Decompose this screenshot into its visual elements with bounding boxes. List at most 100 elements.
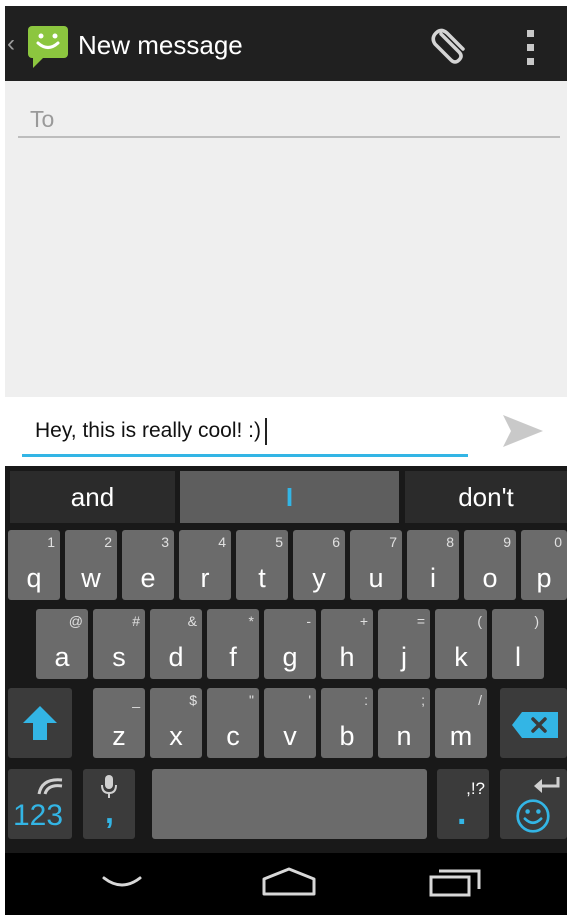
- key-a-label: a: [54, 642, 70, 672]
- screen: ‹ New message To Hey, this is really coo…: [0, 0, 567, 915]
- key-m-label: m: [449, 721, 473, 751]
- numbers-key-label: 123: [13, 799, 64, 832]
- backspace-icon: [512, 712, 558, 738]
- key-o-label: o: [482, 563, 498, 593]
- key-j-label: j: [401, 642, 407, 672]
- key-y[interactable]: 6y: [293, 530, 345, 600]
- enter-emoji-key[interactable]: [500, 769, 567, 839]
- key-o[interactable]: 9o: [464, 530, 516, 600]
- swipe-logo-icon: [37, 778, 63, 795]
- suggestion-right[interactable]: don't: [405, 471, 567, 523]
- key-w-label: w: [81, 563, 101, 593]
- key-b-label: b: [339, 721, 355, 751]
- numbers-key[interactable]: 123: [8, 769, 72, 839]
- key-i-label: i: [430, 563, 436, 593]
- key-d[interactable]: & d: [150, 609, 202, 679]
- key-o-number: 9: [503, 534, 511, 550]
- return-arrow-icon: [534, 777, 560, 793]
- key-z[interactable]: _ z: [93, 688, 145, 758]
- key-k-label: k: [454, 642, 468, 672]
- send-icon[interactable]: [501, 413, 545, 449]
- key-f-label: f: [229, 642, 237, 672]
- key-g-symbol: -: [306, 613, 311, 629]
- key-q-label: q: [26, 563, 42, 593]
- key-a[interactable]: @ a: [36, 609, 88, 679]
- key-b[interactable]: :b: [321, 688, 373, 758]
- shift-key[interactable]: [8, 688, 72, 758]
- shift-arrow-icon: [23, 706, 57, 740]
- recent-apps-icon[interactable]: [429, 867, 483, 897]
- suggestion-middle[interactable]: I: [180, 471, 399, 523]
- key-l-label: l: [515, 642, 521, 672]
- key-b-symbol: :: [364, 692, 368, 708]
- key-i[interactable]: 8i: [407, 530, 459, 600]
- key-u[interactable]: 7u: [350, 530, 402, 600]
- key-w[interactable]: 2w: [65, 530, 117, 600]
- back-icon[interactable]: [102, 874, 142, 894]
- key-h-symbol: +: [359, 613, 368, 629]
- message-input[interactable]: Hey, this is really cool! :): [22, 405, 468, 457]
- suggestion-left[interactable]: and: [10, 471, 175, 523]
- period-key[interactable]: ,!? .: [437, 769, 489, 839]
- key-f-symbol: *: [248, 613, 254, 629]
- key-m-symbol: /: [478, 692, 482, 708]
- key-r-number: 4: [218, 534, 226, 550]
- key-d-label: d: [168, 642, 184, 672]
- key-m[interactable]: / m: [435, 688, 487, 758]
- home-icon[interactable]: [261, 867, 317, 897]
- comma-key[interactable]: ,: [83, 769, 135, 839]
- key-t-number: 5: [275, 534, 283, 550]
- page-title: New message: [78, 30, 243, 60]
- compose-area: To: [5, 81, 567, 397]
- key-h[interactable]: + h: [321, 609, 373, 679]
- key-y-number: 6: [332, 534, 340, 550]
- key-h-label: h: [339, 642, 355, 672]
- key-x-symbol: $: [189, 692, 197, 708]
- key-p-label: p: [536, 563, 552, 593]
- key-f[interactable]: * f: [207, 609, 259, 679]
- key-j-symbol: =: [416, 613, 425, 629]
- message-bar: Hey, this is really cool! :): [5, 397, 567, 466]
- recipient-field[interactable]: To: [18, 100, 560, 138]
- key-x[interactable]: $ x: [150, 688, 202, 758]
- keyboard: and I don't 1q 2w 3e 4r 5t 6y 7u 8i 9o 0…: [5, 466, 567, 915]
- paperclip-icon[interactable]: [429, 24, 473, 68]
- key-j[interactable]: = j: [378, 609, 430, 679]
- key-u-label: u: [368, 563, 384, 593]
- message-text: Hey, this is really cool! :): [35, 419, 262, 442]
- key-w-number: 2: [104, 534, 112, 550]
- space-bar[interactable]: [152, 769, 427, 839]
- comma-key-label: ,: [105, 794, 114, 830]
- key-g-label: g: [282, 642, 298, 672]
- key-i-number: 8: [446, 534, 454, 550]
- key-v[interactable]: ' v: [264, 688, 316, 758]
- action-bar: ‹ New message: [5, 6, 567, 81]
- key-l-symbol: ): [534, 613, 539, 629]
- key-t-label: t: [258, 563, 266, 593]
- key-z-symbol: _: [132, 692, 140, 708]
- overflow-menu-icon[interactable]: [523, 28, 537, 68]
- key-s[interactable]: # s: [93, 609, 145, 679]
- key-c[interactable]: " c: [207, 688, 259, 758]
- key-z-label: z: [112, 721, 126, 751]
- key-p[interactable]: 0p: [521, 530, 567, 600]
- key-a-symbol: @: [68, 613, 83, 629]
- key-l[interactable]: ) l: [492, 609, 544, 679]
- key-s-label: s: [112, 642, 126, 672]
- key-v-label: v: [283, 721, 297, 751]
- key-r[interactable]: 4r: [179, 530, 231, 600]
- punctuation-hint: ,!?: [466, 779, 485, 798]
- key-e[interactable]: 3e: [122, 530, 174, 600]
- key-q[interactable]: 1q: [8, 530, 60, 600]
- back-chevron-icon[interactable]: ‹: [7, 32, 15, 56]
- key-q-number: 1: [47, 534, 55, 550]
- key-n[interactable]: ; n: [378, 688, 430, 758]
- navigation-bar: [5, 853, 567, 915]
- key-e-number: 3: [161, 534, 169, 550]
- backspace-key[interactable]: [500, 688, 567, 758]
- key-k[interactable]: (k: [435, 609, 487, 679]
- key-t[interactable]: 5t: [236, 530, 288, 600]
- key-x-label: x: [169, 721, 183, 751]
- messaging-app-icon: [28, 26, 68, 68]
- key-g[interactable]: -g: [264, 609, 316, 679]
